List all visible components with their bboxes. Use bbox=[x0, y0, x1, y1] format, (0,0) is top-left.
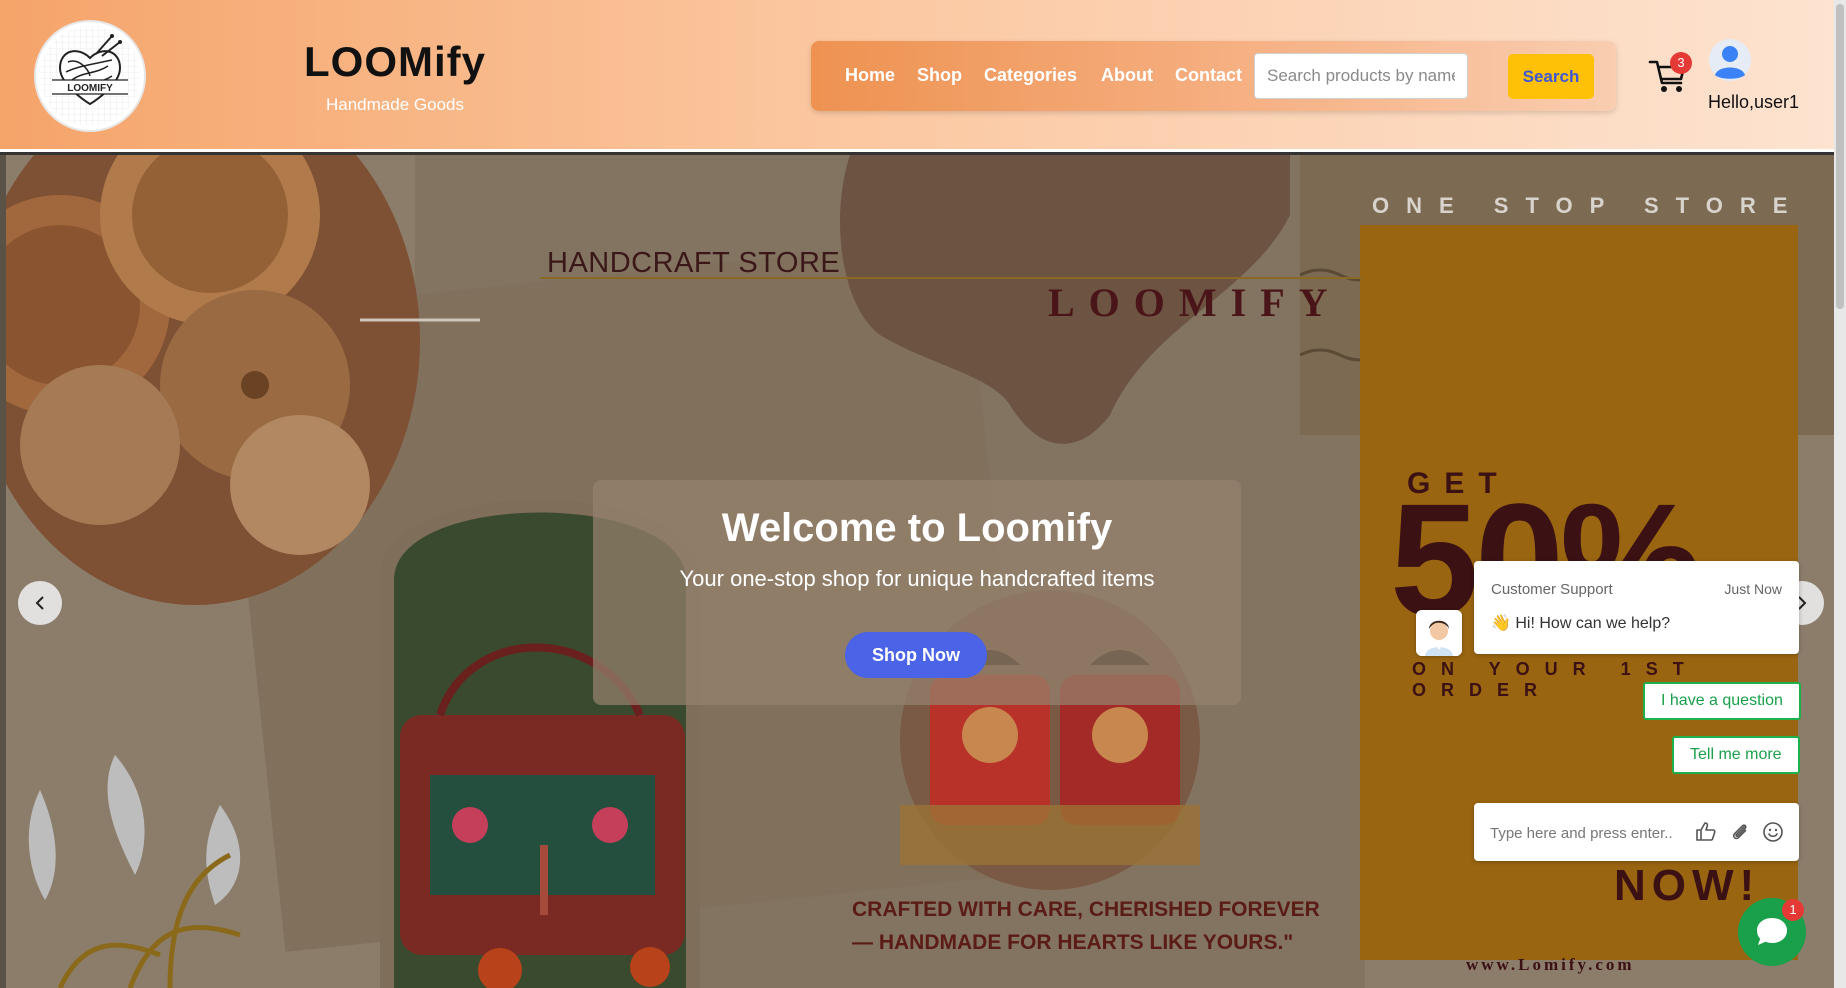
nav-shop-link[interactable]: Shop bbox=[917, 65, 962, 86]
handcraft-store-label: HANDCRAFT STORE bbox=[547, 247, 841, 279]
yarn-ball-logo-icon: LOOMIFY bbox=[40, 26, 140, 126]
carousel-prev-button[interactable] bbox=[18, 581, 62, 625]
user-greeting[interactable]: Hello,user1 bbox=[1708, 92, 1799, 113]
brand-subtitle: Handmade Goods bbox=[326, 95, 464, 114]
nav-about-link[interactable]: About bbox=[1101, 65, 1153, 86]
chat-message-bubble: Customer Support Just Now 👋 Hi! How can … bbox=[1474, 561, 1799, 654]
one-stop-store-label: ONE STOP STORE bbox=[1372, 193, 1805, 218]
paperclip-icon[interactable] bbox=[1728, 820, 1752, 844]
search-button[interactable]: Search bbox=[1508, 54, 1594, 99]
welcome-subtitle: Your one-stop shop for unique handcrafte… bbox=[679, 566, 1155, 591]
nav-home-link[interactable]: Home bbox=[845, 65, 895, 86]
shop-now-button[interactable]: Shop Now bbox=[845, 632, 987, 678]
support-agent-avatar bbox=[1416, 610, 1462, 656]
brand-logo[interactable]: LOOMIFY bbox=[34, 20, 146, 132]
chat-greeting-message: 👋 Hi! How can we help? bbox=[1491, 615, 1671, 632]
chevron-left-icon bbox=[35, 596, 44, 610]
chat-timestamp: Just Now bbox=[1724, 581, 1782, 597]
page-scrollbar[interactable] bbox=[1834, 0, 1846, 988]
welcome-card: Welcome to Loomify Your one-stop shop fo… bbox=[593, 480, 1241, 705]
chat-composer bbox=[1474, 803, 1799, 861]
search-input[interactable] bbox=[1254, 53, 1468, 99]
emoji-icon[interactable] bbox=[1761, 820, 1785, 844]
poster-brand-word: LOOMIFY bbox=[1048, 280, 1342, 325]
chat-message-input[interactable] bbox=[1490, 821, 1675, 845]
chat-unread-badge: 1 bbox=[1782, 899, 1804, 921]
user-avatar-icon[interactable] bbox=[1708, 38, 1752, 82]
poster-website: www.Lomify.com bbox=[1466, 955, 1635, 974]
logo-text: LOOMIFY bbox=[67, 83, 113, 94]
cart-count-badge: 3 bbox=[1670, 52, 1692, 74]
main-nav: Home Shop Categories About Contact Searc… bbox=[811, 41, 1616, 111]
chat-option-question[interactable]: I have a question bbox=[1643, 682, 1801, 720]
poster-now: NOW! bbox=[1614, 861, 1761, 910]
welcome-title: Welcome to Loomify bbox=[721, 506, 1113, 550]
poster-quote-line1: CRAFTED WITH CARE, CHERISHED FOREVER bbox=[852, 898, 1320, 921]
thumbs-up-icon[interactable] bbox=[1694, 820, 1718, 844]
nav-categories-link[interactable]: Categories bbox=[984, 65, 1077, 86]
poster-quote-line2: — HANDMADE FOR HEARTS LIKE YOURS." bbox=[852, 931, 1294, 954]
scrollbar-thumb[interactable] bbox=[1836, 4, 1844, 309]
chat-sender-name: Customer Support bbox=[1491, 581, 1613, 598]
chat-option-tell-more[interactable]: Tell me more bbox=[1672, 736, 1800, 774]
site-header: LOOMIFY LOOMify Handmade Goods Home Shop… bbox=[0, 0, 1834, 152]
nav-contact-link[interactable]: Contact bbox=[1175, 65, 1242, 86]
support-agent-icon bbox=[1416, 610, 1462, 656]
brand-title[interactable]: LOOMify bbox=[300, 38, 490, 86]
